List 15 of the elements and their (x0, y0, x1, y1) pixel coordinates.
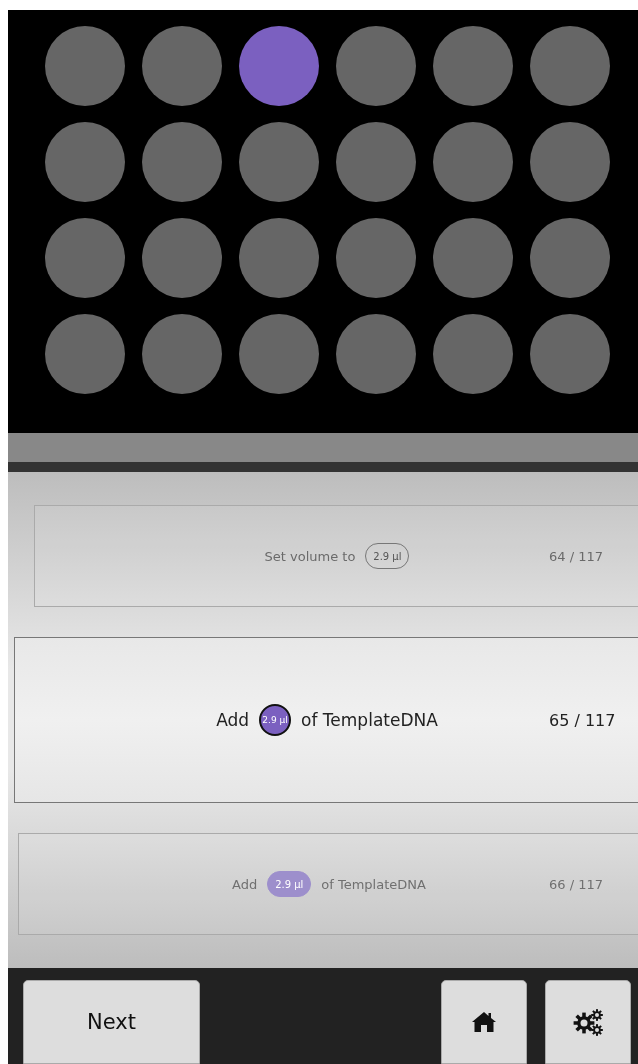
step-counter: 66 / 117 (549, 876, 604, 892)
step-text: Add (232, 876, 258, 892)
step-counter: 64 / 117 (549, 548, 604, 564)
step-text: Set volume to (264, 548, 356, 564)
step-text: of TemplateDNA (321, 876, 426, 892)
next-button[interactable]: Next (23, 980, 200, 1064)
home-button[interactable] (441, 980, 527, 1064)
settings-button[interactable] (545, 980, 631, 1064)
gears-icon (572, 1008, 604, 1036)
home-icon (471, 1011, 497, 1033)
volume-badge: 2.9 µl (259, 704, 292, 736)
step-text: Add (216, 710, 250, 730)
step-counter: 65 / 117 (549, 710, 617, 730)
step-text: of TemplateDNA (301, 710, 438, 730)
volume-badge: 2.9 µl (267, 871, 312, 897)
